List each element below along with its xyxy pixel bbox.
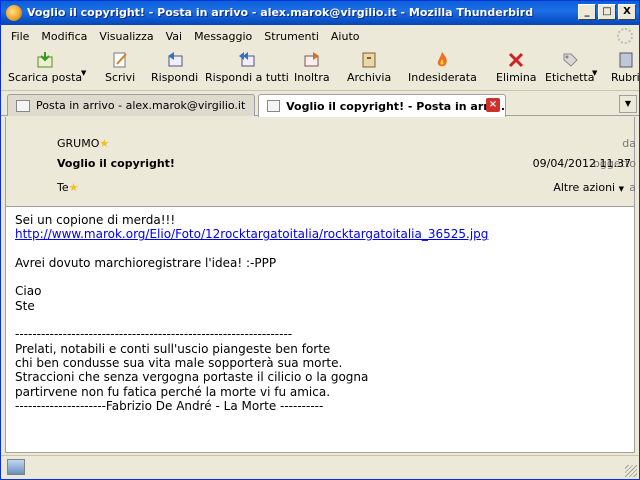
subject-value: Voglio il copyright!	[57, 157, 175, 170]
tag-label: Etichetta	[545, 71, 595, 84]
folder-tab-icon	[16, 99, 30, 112]
archive-button[interactable]: Archivia	[347, 51, 391, 89]
main-toolbar: Scarica posta ▼ Scrivi Rispondi Rispondi…	[1, 47, 640, 91]
junk-flame-icon	[433, 51, 451, 69]
forward-label: Inoltra	[294, 71, 330, 84]
menu-file[interactable]: File	[7, 30, 35, 43]
reply-all-button[interactable]: Rispondi a tutti	[205, 51, 289, 89]
body-line: Prelati, notabili e conti sull'uscio pia…	[15, 341, 331, 356]
star-icon[interactable]: ★	[99, 137, 109, 150]
menu-bar: File Modifica Visualizza Vai Messaggio S…	[1, 26, 639, 46]
forward-button[interactable]: Inoltra	[294, 51, 330, 89]
tab-inbox[interactable]: Posta in arrivo - alex.marok@virgilio.it	[7, 94, 255, 116]
menu-help[interactable]: Aiuto	[325, 30, 366, 43]
junk-label: Indesiderata	[408, 71, 477, 84]
tag-dropdown-icon[interactable]: ▼	[592, 69, 597, 77]
body-line: partirvene non fu fatica perché la morte…	[15, 384, 331, 399]
tab-bar: Posta in arrivo - alex.marok@virgilio.it…	[1, 92, 639, 117]
delete-label: Elimina	[496, 71, 537, 84]
archive-icon	[360, 51, 378, 69]
download-mail-icon	[36, 51, 54, 69]
other-actions-menu[interactable]: Altre azioni ▼	[553, 181, 624, 194]
junk-button[interactable]: Indesiderata	[408, 51, 477, 89]
body-line: ----------------------------------------…	[15, 327, 293, 342]
window-title: Voglio il copyright! - Posta in arrivo -…	[27, 6, 534, 19]
get-mail-button[interactable]: Scarica posta	[8, 51, 82, 89]
forward-icon	[303, 51, 321, 69]
tag-button[interactable]: Etichetta	[545, 51, 594, 89]
menu-message[interactable]: Messaggio	[188, 30, 258, 43]
header-to-row: a Te★ Altre azioni ▼	[6, 181, 636, 199]
tab-message-label: Voglio il copyright! - Posta in arri...	[286, 99, 505, 113]
header-subject-row: oggetto Voglio il copyright! 09/04/2012 …	[6, 157, 636, 175]
address-book-label: Rubri	[611, 71, 640, 84]
status-bar	[1, 455, 639, 479]
from-label: da	[622, 137, 636, 150]
reply-button[interactable]: Rispondi	[151, 51, 198, 89]
thunderbird-app-icon	[6, 5, 22, 21]
write-label: Scrivi	[105, 71, 136, 84]
address-book-button[interactable]: Rubri	[611, 51, 640, 89]
star-icon[interactable]: ★	[69, 181, 79, 194]
message-date: 09/04/2012 11.37	[532, 157, 631, 170]
delete-button[interactable]: Elimina	[496, 51, 537, 89]
menu-edit[interactable]: Modifica	[35, 30, 93, 43]
menu-go[interactable]: Vai	[160, 30, 188, 43]
message-header: da GRUMO★ oggetto Voglio il copyright! 0…	[5, 117, 636, 206]
to-value[interactable]: Te★	[57, 181, 79, 194]
resize-grip-icon[interactable]	[625, 465, 637, 477]
body-line: Ciao	[15, 284, 42, 299]
body-line: chi ben condusse sua vita male sopporter…	[15, 355, 343, 370]
image-link[interactable]: http://www.marok.org/Elio/Foto/12rocktar…	[15, 227, 488, 241]
tab-message[interactable]: Voglio il copyright! - Posta in arri... …	[258, 94, 506, 117]
online-status-icon[interactable]	[7, 459, 25, 475]
message-body[interactable]: Sei un copione di merda!!! http://www.mar…	[5, 206, 635, 453]
header-from-row: da GRUMO★	[6, 137, 636, 155]
address-book-icon	[616, 51, 634, 69]
tag-icon	[561, 51, 579, 69]
menu-tools[interactable]: Strumenti	[258, 30, 325, 43]
archive-label: Archivia	[347, 71, 392, 84]
body-line: Straccioni che senza vergogna portaste i…	[15, 370, 369, 385]
chevron-down-icon: ▼	[618, 185, 624, 193]
title-bar[interactable]: Voglio il copyright! - Posta in arrivo -…	[1, 1, 639, 25]
close-button[interactable]: X	[618, 4, 636, 20]
body-line: Sei un copione di merda!!!	[15, 213, 176, 227]
menu-view[interactable]: Visualizza	[93, 30, 159, 43]
get-mail-dropdown-icon[interactable]: ▼	[81, 69, 86, 77]
reply-all-icon	[238, 51, 256, 69]
thunderbird-window: Voglio il copyright! - Posta in arrivo -…	[0, 0, 640, 480]
tab-inbox-label: Posta in arrivo - alex.marok@virgilio.it	[36, 99, 246, 112]
maximize-button[interactable]: □	[598, 4, 616, 20]
write-icon	[111, 51, 129, 69]
body-line: ---------------------Fabrizio De André -…	[15, 398, 324, 413]
delete-icon	[507, 51, 525, 69]
message-tab-icon	[267, 100, 281, 112]
get-mail-label: Scarica posta	[8, 71, 83, 84]
write-button[interactable]: Scrivi	[105, 51, 135, 89]
tab-close-icon[interactable]: ×	[486, 98, 500, 112]
tab-list-dropdown-icon[interactable]: ▼	[619, 95, 637, 113]
activity-spinner-icon	[617, 28, 633, 44]
minimize-button[interactable]: _	[578, 4, 596, 20]
reply-icon	[166, 51, 184, 69]
from-value[interactable]: GRUMO★	[57, 137, 109, 150]
body-line: Ste	[15, 298, 35, 313]
reply-label: Rispondi	[151, 71, 199, 84]
reply-all-label: Rispondi a tutti	[205, 71, 289, 84]
body-line: Avrei dovuto marchioregistrare l'idea! :…	[15, 255, 277, 270]
